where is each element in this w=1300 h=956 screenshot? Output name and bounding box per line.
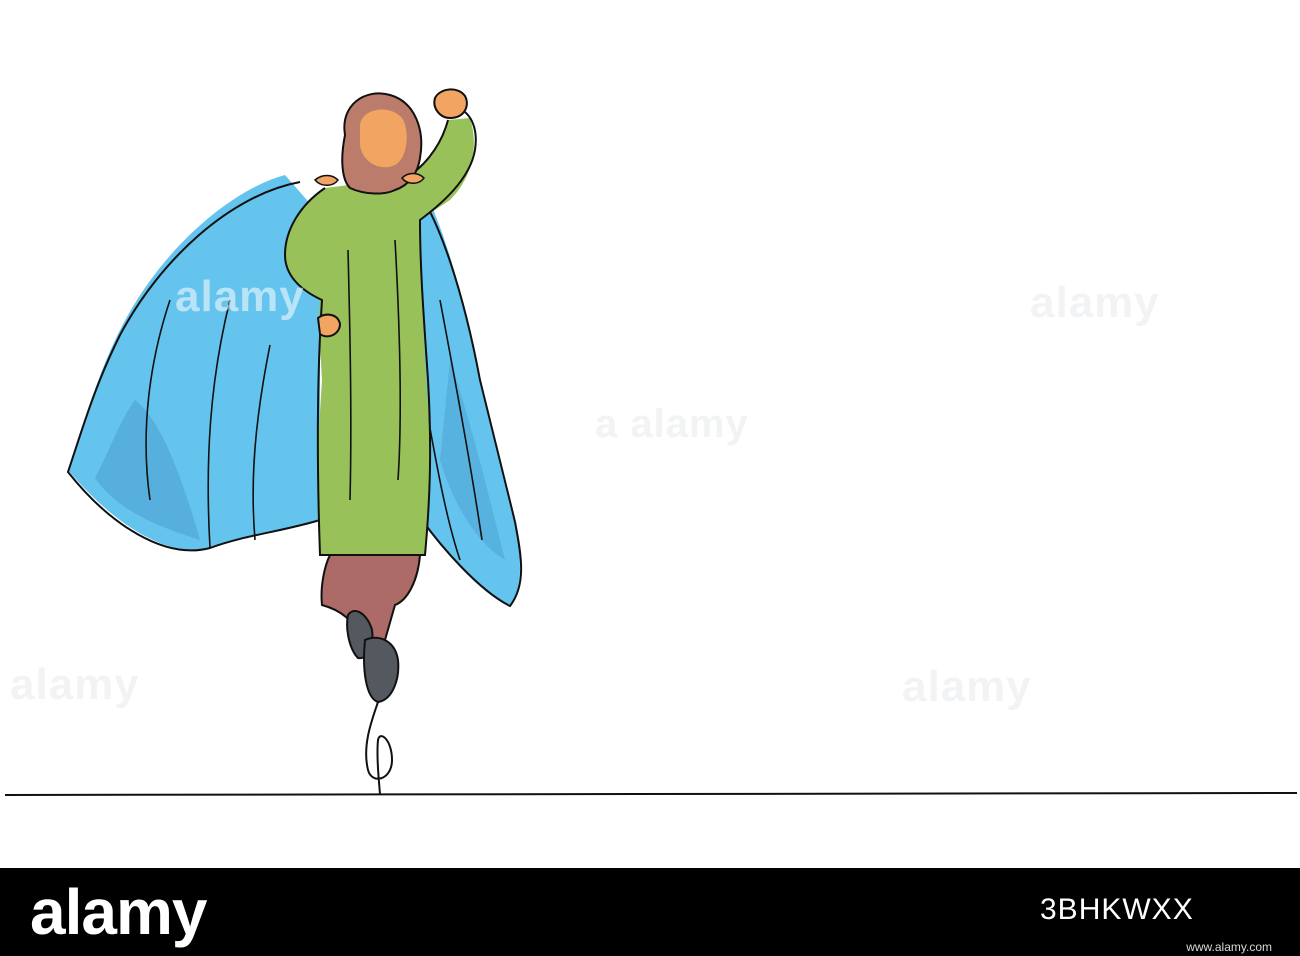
continuous-line bbox=[365, 701, 394, 796]
watermark: alamy bbox=[1030, 278, 1160, 327]
brand-logo: alamy bbox=[30, 876, 207, 948]
cape bbox=[68, 175, 320, 551]
watermark: alamy bbox=[902, 662, 1032, 711]
watermark: alamy bbox=[10, 660, 140, 709]
shoulder bbox=[313, 174, 339, 186]
fist bbox=[433, 88, 468, 120]
ground-line bbox=[4, 792, 1298, 796]
face bbox=[360, 109, 407, 168]
shoe bbox=[363, 636, 400, 704]
site-url: www.alamy.com bbox=[1186, 940, 1272, 954]
shoulder bbox=[401, 172, 425, 184]
hand bbox=[316, 313, 342, 338]
image-id: 3BHKWXX bbox=[1040, 893, 1194, 926]
watermark: a alamy bbox=[595, 402, 749, 446]
illustration: alamy alamy a alamy alamy alamy bbox=[0, 0, 1300, 868]
cape-right bbox=[415, 175, 520, 605]
footer-bar: alamy 3BHKWXX www.alamy.com bbox=[0, 868, 1300, 956]
watermark: alamy bbox=[175, 272, 305, 321]
